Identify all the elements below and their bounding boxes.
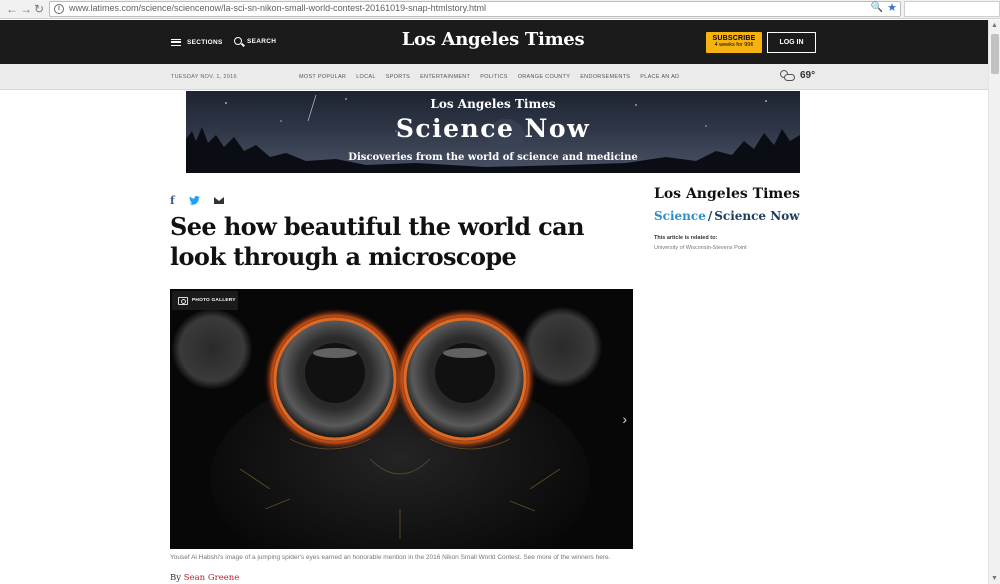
email-icon[interactable]: [213, 197, 224, 204]
login-button[interactable]: LOG IN: [767, 32, 816, 53]
image-caption: Yousef Al Habshi's image of a jumping sp…: [170, 554, 611, 561]
subscribe-offer: 4 weeks for 99¢: [714, 42, 754, 48]
author-link[interactable]: Sean Greene: [184, 573, 240, 583]
share-bar: f: [170, 194, 224, 207]
nav-link-local[interactable]: LOCAL: [356, 74, 376, 80]
site-logo[interactable]: Los Angeles Times: [393, 29, 593, 50]
subscribe-button[interactable]: SUBSCRIBE 4 weeks for 99¢: [706, 32, 762, 53]
zoom-icon[interactable]: 🔍: [871, 2, 883, 13]
science-now-banner[interactable]: Los Angeles Times Science Now Discoverie…: [186, 91, 800, 173]
spider-eyes-image: [170, 289, 633, 549]
nav-link-sports[interactable]: SPORTS: [386, 74, 410, 80]
search-icon: [234, 37, 242, 45]
breadcrumb-separator: /: [707, 209, 713, 223]
nav-link-politics[interactable]: POLITICS: [480, 74, 507, 80]
address-bar[interactable]: i www.latimes.com/science/sciencenow/la-…: [49, 1, 901, 17]
forward-arrow-icon[interactable]: →: [20, 2, 32, 16]
nav-link-endorsements[interactable]: ENDORSEMENTS: [580, 74, 630, 80]
browser-extension-area[interactable]: [904, 1, 1000, 17]
weather-temperature: 69°: [800, 70, 816, 81]
hamburger-icon: [171, 38, 181, 46]
breadcrumb-science[interactable]: Science: [654, 209, 706, 223]
section-breadcrumb: Science / Science Now: [654, 209, 800, 223]
search-button[interactable]: SEARCH: [234, 35, 276, 47]
back-arrow-icon[interactable]: ←: [6, 2, 18, 16]
weather-widget[interactable]: 69°: [779, 69, 815, 82]
article-headline: See how beautiful the world can look thr…: [170, 212, 585, 271]
photo-gallery-label: PHOTO GALLERY: [192, 298, 236, 303]
nav-link-most-popular[interactable]: MOST POPULAR: [299, 74, 346, 80]
chevron-right-icon[interactable]: ›: [622, 411, 627, 427]
banner-title: Science Now: [395, 114, 591, 143]
camera-icon: [178, 296, 188, 305]
byline-prefix: By: [170, 573, 182, 583]
partly-cloudy-icon: [779, 69, 796, 82]
facebook-icon[interactable]: f: [170, 194, 175, 207]
info-icon[interactable]: i: [54, 4, 64, 14]
secondary-nav: TUESDAY NOV. 1, 2016 MOST POPULAR LOCAL …: [0, 64, 988, 90]
related-topic-link[interactable]: University of Wisconsin-Stevens Point: [654, 245, 747, 251]
twitter-icon[interactable]: [188, 196, 200, 205]
scroll-up-icon[interactable]: ▲: [991, 22, 998, 29]
subscribe-label: SUBSCRIBE: [712, 35, 756, 42]
banner-brand: Los Angeles Times: [430, 97, 556, 111]
scroll-thumb[interactable]: [991, 34, 999, 74]
reload-icon[interactable]: ↻: [34, 2, 44, 16]
nav-link-entertainment[interactable]: ENTERTAINMENT: [420, 74, 470, 80]
bookmark-star-icon[interactable]: ★: [887, 1, 897, 14]
browser-toolbar: ← → ↻ i www.latimes.com/science/sciencen…: [0, 0, 1000, 19]
sections-label: SECTIONS: [187, 38, 223, 46]
photo-gallery[interactable]: PHOTO GALLERY ›: [170, 289, 633, 549]
scroll-down-icon[interactable]: ▼: [991, 575, 998, 582]
nav-link-place-an-ad[interactable]: PLACE AN AD: [640, 74, 679, 80]
sidebar-brand[interactable]: Los Angeles Times: [654, 186, 800, 202]
banner-subtitle: Discoveries from the world of science an…: [348, 152, 638, 163]
current-date: TUESDAY NOV. 1, 2016: [171, 74, 237, 80]
sections-button[interactable]: SECTIONS: [171, 36, 223, 48]
photo-gallery-tag[interactable]: PHOTO GALLERY: [172, 291, 238, 310]
related-label: This article is related to:: [654, 235, 718, 241]
page-scrollbar[interactable]: ▲ ▼: [988, 20, 1000, 584]
url-text[interactable]: www.latimes.com/science/sciencenow/la-sc…: [69, 3, 486, 13]
nav-link-orange-county[interactable]: ORANGE COUNTY: [518, 74, 571, 80]
site-header: SECTIONS SEARCH Los Angeles Times SUBSCR…: [0, 20, 988, 64]
byline: By Sean Greene: [170, 573, 239, 583]
search-label: SEARCH: [247, 37, 277, 45]
nav-links: MOST POPULAR LOCAL SPORTS ENTERTAINMENT …: [299, 74, 679, 80]
breadcrumb-science-now[interactable]: Science Now: [714, 209, 799, 223]
